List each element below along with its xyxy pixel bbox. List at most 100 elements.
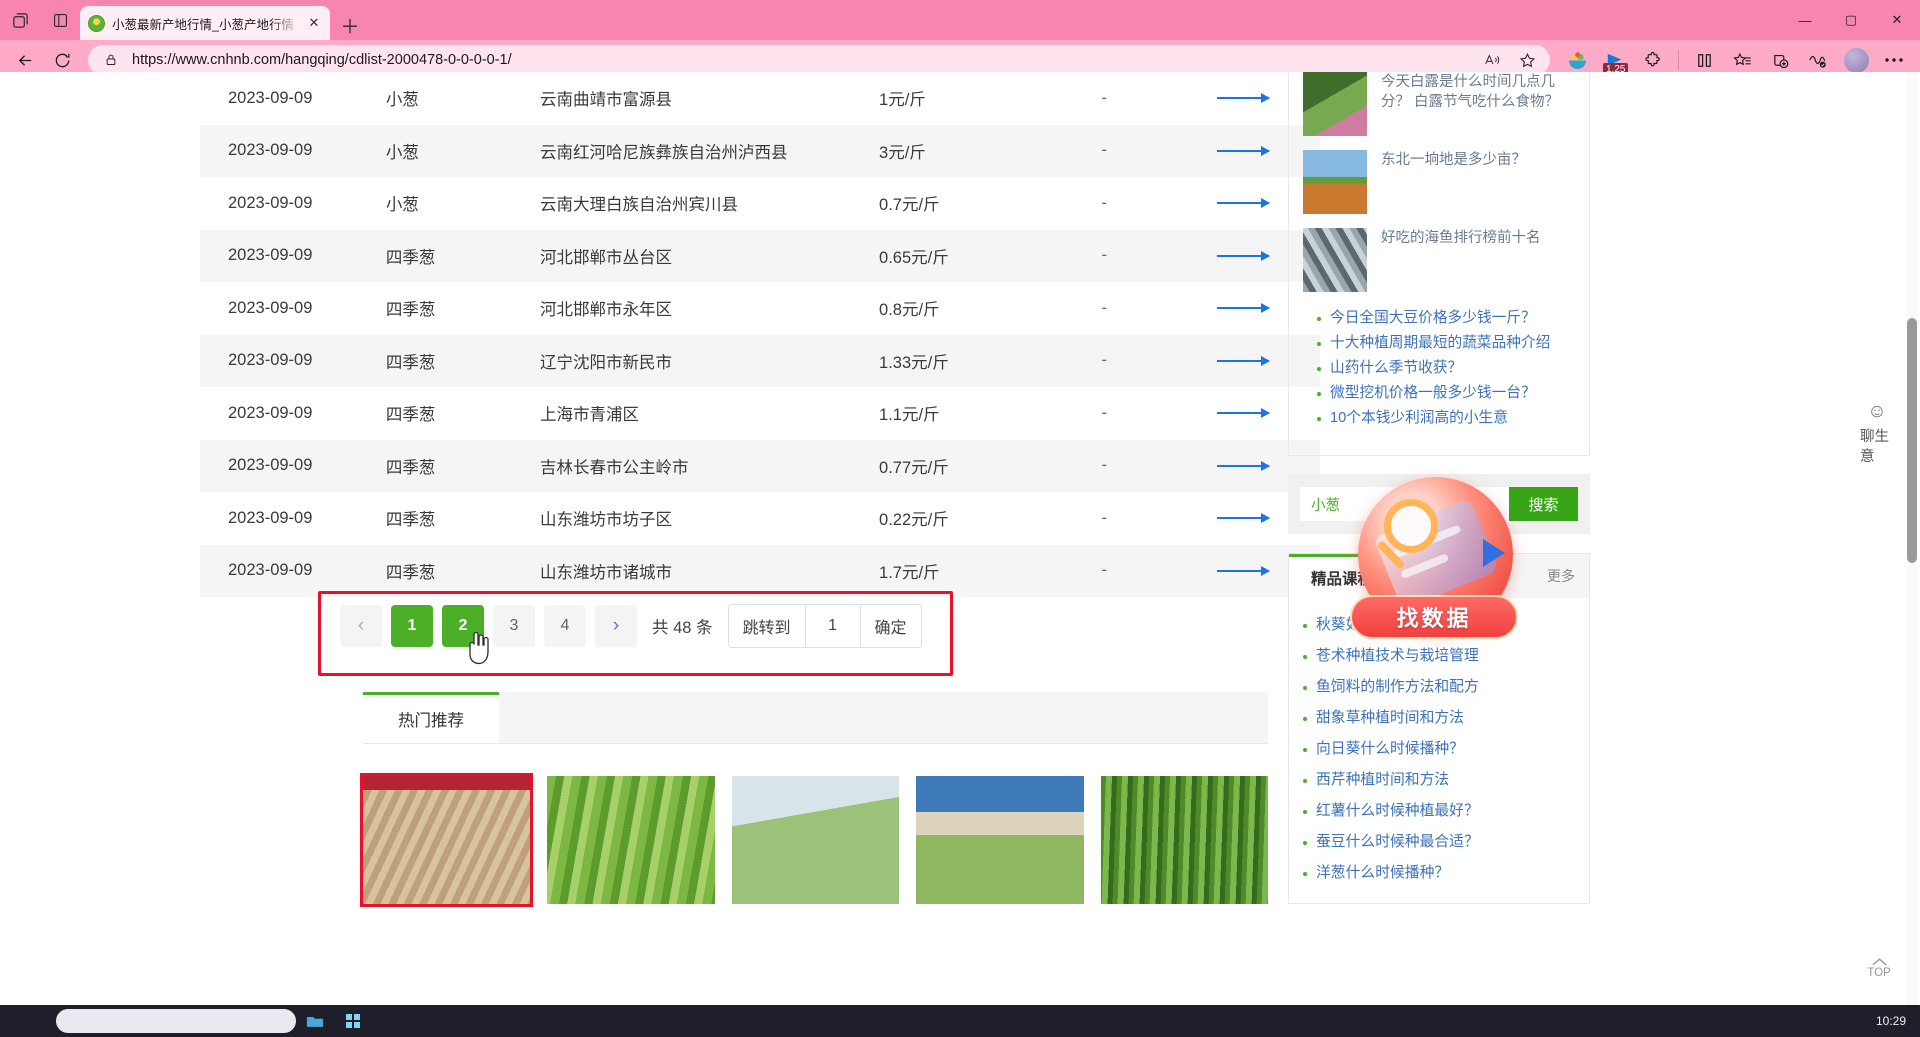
page-scrollbar[interactable] [1906,72,1918,1017]
hot-card-thumb-2 [547,776,715,904]
cell-place: 云南曲靖市富源县 [539,91,672,110]
close-window-button[interactable]: ✕ [1874,0,1920,40]
hot-recommend-grid [359,773,1269,907]
pagination-prev-button[interactable]: ‹ [340,605,382,647]
table-row[interactable]: 2023-09-09 四季葱 辽宁沈阳市新民市 1.33元/斤 - [200,334,1320,387]
tab-actions-icon[interactable] [0,0,40,40]
table-row[interactable]: 2023-09-09 四季葱 山东潍坊市坊子区 0.22元/斤 - [200,492,1320,545]
close-tab-icon[interactable]: ✕ [306,15,322,31]
hot-card-3[interactable] [731,776,900,904]
cell-date: 2023-09-09 [228,456,313,475]
favorite-star-icon[interactable] [1514,52,1540,69]
jump-to-input[interactable] [804,605,861,647]
hot-card-thumb-1 [363,776,531,904]
read-aloud-icon[interactable] [1480,52,1506,68]
cell-place: 云南红河哈尼族彝族自治州泸西县 [539,143,788,162]
pagination-page-3[interactable]: 3 [493,605,535,647]
table-row[interactable]: 2023-09-09 四季葱 河北邯郸市永年区 0.8元/斤 - [200,282,1320,335]
detail-arrow-icon [1216,565,1270,576]
pagination-total-count: 共 48 条 [652,619,713,637]
cell-date: 2023-09-09 [228,298,313,317]
scrollbar-thumb[interactable] [1907,318,1917,563]
smiley-icon: ☺ [1867,401,1887,422]
taskbar-app-icon[interactable] [334,1005,372,1037]
table-row[interactable]: 2023-09-09 小葱 云南曲靖市富源县 1元/斤 - [200,72,1320,125]
new-tab-button[interactable]: ＋ [334,10,366,40]
list-item[interactable]: 洋葱什么时候播种？ [1303,858,1575,889]
find-data-button[interactable]: 找数据 [1350,595,1518,639]
address-bar-url: https://www.cnhnb.com/hangqing/cdlist-20… [132,52,512,68]
cell-date: 2023-09-09 [228,403,313,422]
pagination-page-1[interactable]: 1 [391,605,433,647]
pagination-next-button[interactable]: › [595,605,637,647]
list-item[interactable]: 10个本钱少利润高的小生意 [1317,406,1561,431]
cell-price: 1.7元/斤 [879,563,940,582]
cell-date: 2023-09-09 [228,508,313,527]
pagination-page-2[interactable]: 2 [442,605,484,647]
pagination: ‹ 1 2 3 4 › 共 48 条 跳转到 确定 [340,604,922,648]
price-table: 2023-09-09 小葱 云南曲靖市富源县 1元/斤 - 2023-09-09… [200,72,1320,597]
cell-place: 河北邯郸市永年区 [539,301,672,320]
hot-card-2[interactable] [547,776,715,904]
magnifier-icon [1384,499,1438,553]
hot-card-4[interactable] [916,776,1084,904]
list-item[interactable]: 红薯什么时候种植最好？ [1303,796,1575,827]
news-item[interactable]: 东北一垧地是多少亩？ [1303,150,1575,214]
browser-tab[interactable]: 小葱最新产地行情_小葱产地行情 ✕ [80,6,330,40]
list-item[interactable]: 西芹种植时间和方法 [1303,765,1575,796]
table-row[interactable]: 2023-09-09 小葱 云南大理白族自治州宾川县 0.7元/斤 - [200,177,1320,230]
cell-product: 四季葱 [385,301,436,320]
cell-price: 1.1元/斤 [879,406,940,425]
cell-price: 0.22元/斤 [879,511,949,530]
cell-date: 2023-09-09 [228,246,313,265]
table-row[interactable]: 2023-09-09 四季葱 河北邯郸市丛台区 0.65元/斤 - [200,229,1320,282]
cell-place: 吉林长春市公主岭市 [539,458,689,477]
pagination-page-4[interactable]: 4 [544,605,586,647]
news-title: 好吃的海鱼排行榜前十名 [1381,230,1541,246]
fish-thumb-icon [1303,228,1367,292]
split-screen-icon[interactable] [40,0,80,40]
cell-trend: - [1101,561,1107,580]
back-to-top-label: TOP [1867,967,1891,979]
news-item[interactable]: 今天白露是什么时间几点几分？ 白露节气吃什么食物？ [1303,72,1575,136]
cell-trend: - [1101,403,1107,422]
list-item[interactable]: 十大种植周期最短的蔬菜品种介绍 [1317,331,1561,356]
list-item[interactable]: 山药什么季节收获？ [1317,356,1561,381]
table-row[interactable]: 2023-09-09 四季葱 山东潍坊市诸城市 1.7元/斤 - [200,544,1320,597]
chat-business-label: 聊生意 [1860,429,1889,465]
price-table-body: 2023-09-09 小葱 云南曲靖市富源县 1元/斤 - 2023-09-09… [200,72,1320,597]
maximize-button[interactable]: ▢ [1828,0,1874,40]
tab-title: 小葱最新产地行情_小葱产地行情 [112,17,294,32]
minimize-button[interactable]: ― [1782,0,1828,40]
chat-business-widget[interactable]: ☺ 聊生意 [1860,402,1894,467]
site-lock-icon[interactable] [98,53,124,67]
find-data-ad-widget[interactable]: 找数据 [1350,477,1520,647]
list-item[interactable]: 鱼饲料的制作方法和配方 [1303,672,1575,703]
cell-trend: - [1101,351,1107,370]
taskbar-search-box[interactable] [56,1009,296,1033]
tab-strip: 小葱最新产地行情_小葱产地行情 ✕ ＋ [80,0,366,40]
back-to-top-button[interactable]: TOP [1858,957,1900,979]
taskbar-clock[interactable]: 10:29 [1876,1014,1906,1028]
list-item[interactable]: 甜象草种植时间和方法 [1303,703,1575,734]
hot-card-5[interactable] [1100,776,1269,904]
address-bar[interactable]: https://www.cnhnb.com/hangqing/cdlist-20… [88,45,1550,75]
cell-place: 上海市青浦区 [539,406,639,425]
list-item[interactable]: 微型挖机价格一般多少钱一台？ [1317,381,1561,406]
news-title: 今天白露是什么时间几点几分？ 白露节气吃什么食物？ [1381,74,1560,110]
news-item[interactable]: 好吃的海鱼排行榜前十名 [1303,228,1575,292]
jump-confirm-button[interactable]: 确定 [860,605,921,647]
news-box: 今天白露是什么时间几点几分？ 白露节气吃什么食物？ 东北一垧地是多少亩？ 好吃的… [1288,72,1590,456]
table-row[interactable]: 2023-09-09 四季葱 吉林长春市公主岭市 0.77元/斤 - [200,439,1320,492]
table-row[interactable]: 2023-09-09 小葱 云南红河哈尼族彝族自治州泸西县 3元/斤 - [200,124,1320,177]
tab-hot-recommend[interactable]: 热门推荐 [363,692,499,743]
hot-card-1[interactable] [359,773,534,907]
cell-product: 四季葱 [385,406,436,425]
table-row[interactable]: 2023-09-09 四季葱 上海市青浦区 1.1元/斤 - [200,387,1320,440]
cell-place: 山东潍坊市坊子区 [539,511,672,530]
hot-card-thumb-4 [916,776,1084,904]
list-item[interactable]: 今日全国大豆价格多少钱一斤？ [1317,306,1561,331]
list-item[interactable]: 蚕豆什么时候种最合适？ [1303,827,1575,858]
list-item[interactable]: 向日葵什么时候播种？ [1303,734,1575,765]
taskbar-file-explorer-icon[interactable] [296,1005,334,1037]
